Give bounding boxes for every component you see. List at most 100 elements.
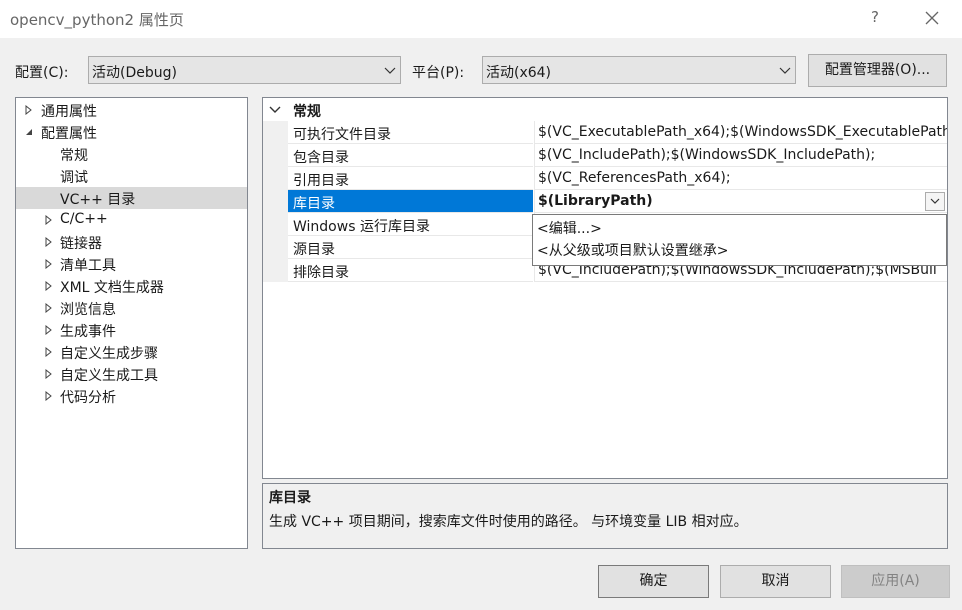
row-gutter (263, 144, 288, 167)
collapse-triangle-icon[interactable] (24, 127, 34, 137)
tree-item-label: XML 文档生成器 (60, 280, 164, 296)
tree-item-label: 常规 (60, 148, 88, 164)
tree-item[interactable]: XML 文档生成器 (16, 275, 247, 297)
tree-item-label: 代码分析 (60, 390, 116, 406)
category-tree: 通用属性 配置属性常规调试 VC++ 目录 C/C++ 链接器清单工具 XML 文档生成器… (15, 97, 248, 549)
property-name: 排除目录 (293, 265, 349, 281)
property-row[interactable]: 库目录 $(LibraryPath) (263, 190, 947, 213)
tree-item-label: 清单工具 (60, 258, 116, 274)
property-value: $(VC_IncludePath);$(WindowsSDK_IncludePa… (538, 147, 876, 163)
cancel-button[interactable]: 取消 (720, 565, 831, 598)
chevron-down-icon (384, 67, 396, 74)
row-gutter (263, 213, 288, 236)
tree-item[interactable]: 生成事件 (16, 319, 247, 341)
tree-item[interactable]: 浏览信息 (16, 297, 247, 319)
tree-item[interactable]: VC++ 目录 (16, 187, 247, 209)
property-name-cell[interactable]: 库目录 (288, 190, 533, 213)
close-icon (925, 11, 939, 25)
tree-item-label: 生成事件 (60, 324, 116, 340)
tree-item[interactable]: 通用属性 (16, 99, 247, 121)
property-value-cell[interactable]: $(VC_ExecutablePath_x64);$(WindowsSDK_Ex… (534, 121, 948, 144)
tree-item[interactable]: 链接器 (16, 231, 247, 253)
library-dir-dropdown: <编辑...> <从父级或项目默认设置继承> (532, 214, 947, 266)
property-name-cell[interactable]: 引用目录 (288, 167, 533, 190)
help-button[interactable]: ? (866, 8, 884, 30)
property-name: 源目录 (293, 242, 335, 258)
property-name-cell[interactable]: 源目录 (288, 236, 533, 259)
tree-item-label: 调试 (60, 170, 88, 186)
tree-item[interactable]: C/C++ (16, 209, 247, 231)
row-gutter (263, 259, 288, 282)
category-title: 常规 (293, 104, 321, 120)
tree-item-label: 浏览信息 (60, 302, 116, 318)
dropdown-option-inherit[interactable]: <从父级或项目默认设置继承> (537, 240, 728, 260)
tree-item[interactable]: 常规 (16, 143, 247, 165)
property-row[interactable]: 引用目录 $(VC_ReferencesPath_x64); (263, 167, 947, 190)
title-bar: opencv_python2 属性页 ? (0, 0, 962, 38)
tree-item-label: 通用属性 (41, 104, 97, 120)
expand-triangle-icon[interactable] (44, 281, 54, 291)
tree-item-label: 自定义生成步骤 (60, 346, 158, 362)
expand-triangle-icon[interactable] (44, 391, 54, 401)
property-name-cell[interactable]: 包含目录 (288, 144, 533, 167)
config-select[interactable]: 活动(Debug) (88, 56, 401, 84)
tree-item-label: 自定义生成工具 (60, 368, 158, 384)
expand-triangle-icon[interactable] (44, 369, 54, 379)
description-panel: 库目录 生成 VC++ 项目期间，搜索库文件时使用的路径。 与环境变量 LIB … (262, 483, 948, 549)
chevron-down-icon (930, 198, 940, 204)
apply-button[interactable]: 应用(A) (841, 565, 950, 598)
property-grid: 常规 可执行文件目录 $(VC_ExecutablePath_x64);$(Win… (262, 97, 948, 479)
property-row[interactable]: 可执行文件目录 $(VC_ExecutablePath_x64);$(Window… (263, 121, 947, 144)
ok-button[interactable]: 确定 (598, 565, 709, 598)
tree-item-label: 链接器 (60, 236, 102, 252)
tree-item[interactable]: 代码分析 (16, 385, 247, 407)
property-name: 库目录 (293, 196, 335, 212)
config-label: 配置(C): (15, 65, 69, 81)
tree-item[interactable]: 配置属性 (16, 121, 247, 143)
config-manager-button[interactable]: 配置管理器(O)... (808, 54, 947, 87)
tree-item[interactable]: 调试 (16, 165, 247, 187)
property-name-cell[interactable]: Windows 运行库目录 (288, 213, 533, 236)
property-value-cell[interactable]: $(VC_IncludePath);$(WindowsSDK_IncludePa… (534, 144, 947, 167)
dropdown-option-edit[interactable]: <编辑...> (537, 218, 602, 238)
close-button[interactable] (918, 4, 946, 32)
expand-triangle-icon[interactable] (44, 303, 54, 313)
property-value: $(LibraryPath) (538, 193, 653, 209)
description-text: 生成 VC++ 项目期间，搜索库文件时使用的路径。 与环境变量 LIB 相对应。 (269, 514, 748, 530)
tree-item[interactable]: 清单工具 (16, 253, 247, 275)
tree-item-label: C/C++ (60, 211, 108, 227)
tree-item-label: VC++ 目录 (60, 192, 136, 208)
property-row[interactable]: 包含目录 $(VC_IncludePath);$(WindowsSDK_Inclu… (263, 144, 947, 167)
platform-label: 平台(P): (412, 65, 465, 81)
property-value: $(VC_ReferencesPath_x64); (538, 170, 731, 186)
expand-triangle-icon[interactable] (44, 325, 54, 335)
expand-triangle-icon[interactable] (44, 237, 54, 247)
row-gutter (263, 121, 288, 144)
row-gutter (263, 236, 288, 259)
property-name: Windows 运行库目录 (293, 219, 430, 235)
platform-value: 活动(x64) (486, 65, 552, 81)
property-name-cell[interactable]: 可执行文件目录 (288, 121, 533, 144)
property-name-cell[interactable]: 排除目录 (288, 259, 533, 282)
tree-item[interactable]: 自定义生成步骤 (16, 341, 247, 363)
collapse-chevron-icon (269, 106, 281, 113)
chevron-down-icon (779, 67, 791, 74)
platform-select[interactable]: 活动(x64) (482, 56, 796, 84)
property-value: $(VC_ExecutablePath_x64);$(WindowsSDK_Ex… (538, 124, 948, 140)
description-title: 库目录 (269, 490, 311, 506)
expand-triangle-icon[interactable] (44, 347, 54, 357)
property-name: 引用目录 (293, 173, 349, 189)
property-value-cell[interactable]: $(VC_ReferencesPath_x64); (534, 167, 947, 190)
property-value-cell[interactable]: $(LibraryPath) (534, 190, 947, 213)
row-gutter (263, 167, 288, 190)
expand-triangle-icon[interactable] (24, 105, 34, 115)
property-name: 可执行文件目录 (293, 127, 391, 143)
category-header[interactable]: 常规 (263, 98, 947, 121)
value-dropdown-button[interactable] (925, 192, 945, 211)
expand-triangle-icon[interactable] (44, 259, 54, 269)
expand-triangle-icon[interactable] (44, 215, 54, 225)
property-name: 包含目录 (293, 150, 349, 166)
config-value: 活动(Debug) (92, 65, 177, 81)
tree-item[interactable]: 自定义生成工具 (16, 363, 247, 385)
window-title: opencv_python2 属性页 (10, 11, 184, 29)
